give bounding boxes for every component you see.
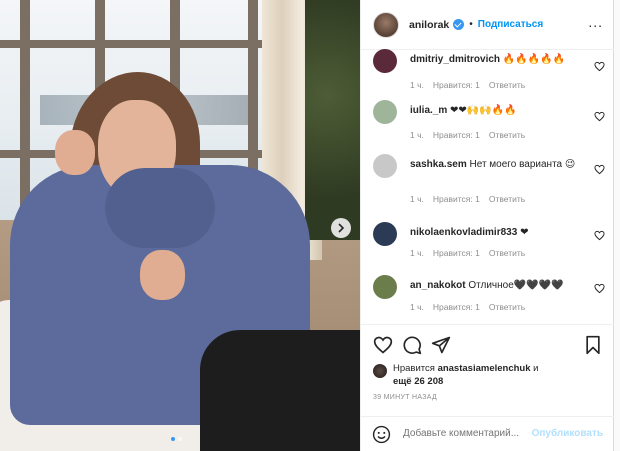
comment-age: 1 ч. [410, 302, 424, 312]
liker-username[interactable]: anastasiamelenchuk [438, 363, 531, 374]
reply-button[interactable]: Ответить [489, 130, 525, 140]
header-separator: • [469, 19, 473, 30]
comment-likes[interactable]: Нравится: 1 [433, 130, 480, 140]
comment-like-icon[interactable] [594, 230, 605, 241]
comment-like-icon[interactable] [594, 283, 605, 294]
page-margin [614, 0, 620, 451]
author-avatar[interactable] [373, 11, 399, 38]
photo-collar [105, 168, 215, 248]
post-actions [361, 324, 615, 364]
commenter-avatar[interactable] [373, 222, 397, 246]
follow-button[interactable]: Подписаться [478, 19, 543, 30]
comment-text: sashka.sem Нет моего варианта 😉 [410, 158, 580, 171]
comment-meta: 1 ч. Нравится: 1 Ответить [410, 80, 534, 90]
photo-plant [305, 0, 360, 240]
comment-meta: 1 ч. Нравится: 1 Ответить [410, 194, 534, 204]
slide-indicator [171, 437, 182, 441]
comment-username[interactable]: an_nakokot [410, 280, 466, 291]
comment-likes[interactable]: Нравится: 1 [433, 194, 480, 204]
reply-button[interactable]: Ответить [489, 194, 525, 204]
comment-age: 1 ч. [410, 130, 424, 140]
comment-icon[interactable] [402, 335, 422, 355]
comment-username[interactable]: dmitriy_dmitrovich [410, 54, 500, 65]
comment-text: nikolaenkovladimir833 ❤ [410, 226, 580, 239]
comment-like-icon[interactable] [594, 111, 605, 122]
comment-input[interactable] [403, 428, 531, 439]
comment-likes[interactable]: Нравится: 1 [433, 302, 480, 312]
photo-window-frame [0, 40, 262, 48]
comment-body: 🔥🔥🔥🔥🔥 [502, 54, 566, 65]
heart-outline-icon[interactable] [373, 335, 393, 355]
chevron-right-icon [338, 223, 345, 233]
comment-text: dmitriy_dmitrovich 🔥🔥🔥🔥🔥 [410, 53, 580, 66]
comment-username[interactable]: nikolaenkovladimir833 [410, 227, 517, 238]
reply-button[interactable]: Ответить [489, 248, 525, 258]
comment-text: iulia._m ❤❤🙌🙌🔥🔥 [410, 104, 580, 117]
comment-username[interactable]: sashka.sem [410, 159, 467, 170]
likes-prefix: Нравится [393, 363, 435, 374]
comment-body: ❤ [520, 227, 529, 238]
more-options-icon[interactable]: ... [588, 15, 603, 29]
add-comment-bar: Опубликовать [361, 416, 615, 451]
next-slide-button[interactable] [331, 218, 351, 238]
comment-username[interactable]: iulia._m [410, 105, 447, 116]
comment-likes[interactable]: Нравится: 1 [433, 248, 480, 258]
post-timestamp[interactable]: 39 МИНУТ НАЗАД [373, 394, 437, 401]
post-photo[interactable] [0, 0, 360, 451]
comment-age: 1 ч. [410, 80, 424, 90]
commenter-avatar[interactable] [373, 100, 397, 124]
comment-meta: 1 ч. Нравится: 1 Ответить [410, 130, 534, 140]
send-icon[interactable] [431, 335, 451, 355]
liker-avatar[interactable] [373, 364, 387, 378]
comments-list[interactable]: dmitriy_dmitrovich 🔥🔥🔥🔥🔥 1 ч. Нравится: 1… [361, 42, 615, 324]
verified-badge-icon [453, 19, 465, 30]
comment-text: an_nakokot Отличное🖤🖤🖤🖤 [410, 279, 580, 292]
slide-dot-active [171, 437, 175, 441]
comment-body: Нет моего варианта 😉 [469, 159, 576, 170]
comment-body: ❤❤🙌🙌🔥🔥 [450, 105, 517, 116]
post-panel: anilorak • Подписаться ... dmitriy_dmitr… [360, 0, 615, 451]
comment-age: 1 ч. [410, 194, 424, 204]
publish-button[interactable]: Опубликовать [532, 428, 603, 439]
author-username[interactable]: anilorak [409, 19, 449, 31]
comment-meta: 1 ч. Нравится: 1 Ответить [410, 302, 534, 312]
bookmark-icon[interactable] [583, 335, 603, 355]
comment-age: 1 ч. [410, 248, 424, 258]
slide-dot [178, 437, 182, 441]
comment-body: Отличное🖤🖤🖤🖤 [468, 280, 564, 291]
reply-button[interactable]: Ответить [489, 80, 525, 90]
commenter-avatar[interactable] [373, 275, 397, 299]
smile-icon[interactable] [372, 425, 391, 444]
commenter-avatar[interactable] [373, 49, 397, 73]
comment-likes[interactable]: Нравится: 1 [433, 80, 480, 90]
photo-hand [55, 130, 95, 175]
likes-suffix: и [533, 363, 539, 374]
comment-meta: 1 ч. Нравится: 1 Ответить [410, 248, 534, 258]
photo-hand [140, 250, 185, 300]
reply-button[interactable]: Ответить [489, 302, 525, 312]
comment-like-icon[interactable] [594, 61, 605, 72]
likes-text: Нравится anastasiamelenchuk и ещё 26 208 [393, 362, 593, 388]
likes-count[interactable]: ещё 26 208 [393, 376, 443, 387]
comment-like-icon[interactable] [594, 164, 605, 175]
commenter-avatar[interactable] [373, 154, 397, 178]
photo-pants [200, 330, 360, 451]
